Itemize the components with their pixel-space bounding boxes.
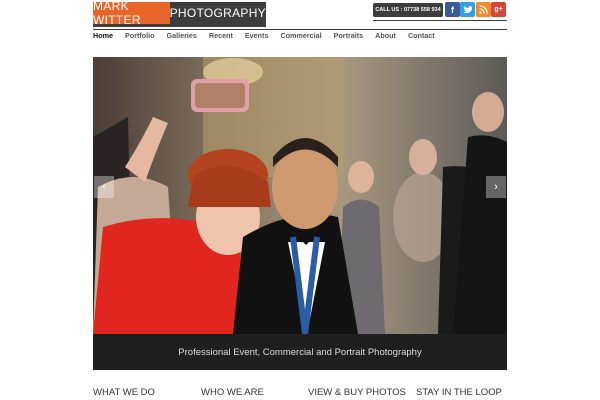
nav-commercial[interactable]: Commercial xyxy=(280,31,321,40)
footer-heading-stay-in-loop: STAY IN THE LOOP xyxy=(416,387,502,398)
main-nav: Home Portfolio Galleries Recent Events C… xyxy=(93,31,507,48)
googleplus-icon[interactable]: g+ xyxy=(491,2,506,17)
twitter-icon[interactable] xyxy=(460,2,475,17)
hero-caption: Professional Event, Commercial and Portr… xyxy=(93,334,507,370)
nav-rule xyxy=(93,29,507,30)
nav-about[interactable]: About xyxy=(375,31,396,40)
facebook-icon[interactable]: f xyxy=(445,2,460,17)
nav-portraits[interactable]: Portraits xyxy=(334,31,364,40)
header-rule xyxy=(373,20,507,21)
footer-heading-what-we-do: WHAT WE DO xyxy=(93,387,155,398)
rss-icon[interactable] xyxy=(476,2,491,17)
hero-slideshow-image[interactable] xyxy=(93,57,507,334)
site-logo[interactable]: MARK WITTER PHOTOGRAPHY xyxy=(93,0,266,27)
nav-galleries[interactable]: Galleries xyxy=(167,31,197,40)
nav-recent[interactable]: Recent xyxy=(209,31,233,40)
logo-underline xyxy=(93,24,266,27)
nav-events[interactable]: Events xyxy=(245,31,269,40)
slider-next-button[interactable]: › xyxy=(486,176,506,198)
nav-contact[interactable]: Contact xyxy=(408,31,435,40)
slider-prev-button[interactable]: ‹ xyxy=(94,176,114,198)
logo-name: MARK WITTER xyxy=(93,0,170,27)
phone-contact[interactable]: CALL US : 07738 558 934 xyxy=(373,3,443,17)
nav-home[interactable]: Home xyxy=(93,31,113,40)
logo-photography: PHOTOGRAPHY xyxy=(169,2,266,24)
footer-heading-who-we-are: WHO WE ARE xyxy=(201,387,264,398)
footer-heading-view-buy-photos: VIEW & BUY PHOTOS xyxy=(308,387,406,398)
nav-portfolio[interactable]: Portfolio xyxy=(125,31,155,40)
